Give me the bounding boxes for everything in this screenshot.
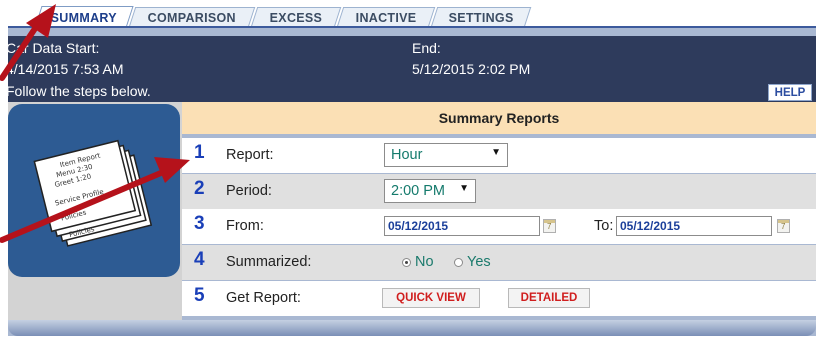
stack-of-papers-icon: Item Report Menu 2:30 Greet 1:20 Service…	[33, 139, 153, 247]
chevron-down-icon: ▼	[459, 183, 469, 194]
tab-settings[interactable]: SETTINGS	[430, 7, 532, 27]
summarized-yes-radio[interactable]: Yes	[454, 254, 491, 270]
radio-selected-icon	[402, 257, 411, 267]
report-select-value: Hour	[391, 147, 423, 163]
detailed-button[interactable]: DETAILED	[508, 288, 590, 308]
tab-comparison[interactable]: COMPARISON	[128, 7, 256, 27]
report-select[interactable]: Hour ▼	[384, 143, 508, 167]
end-value: 5/12/2015 2:02 PM	[412, 61, 531, 77]
section-title: Summary Reports	[182, 102, 816, 134]
help-button[interactable]: HELP	[768, 84, 812, 101]
tab-bar: SUMMARY COMPARISON EXCESS INACTIVE SETTI…	[0, 0, 816, 28]
quick-view-button[interactable]: QUICK VIEW	[382, 288, 480, 308]
calendar-icon[interactable]: 7	[543, 219, 556, 233]
step-row-summarized: 4 Summarized: No Yes	[182, 245, 816, 280]
start-label: Car Data Start:	[6, 40, 100, 56]
tab-summary[interactable]: SUMMARY	[34, 6, 134, 28]
step-number-5: 5	[194, 285, 205, 306]
radio-unselected-icon	[454, 257, 463, 267]
step-row-period: 2 Period: 2:00 PM ▼	[182, 174, 816, 209]
tab-excess[interactable]: EXCESS	[250, 7, 342, 27]
summarized-no-radio[interactable]: No	[402, 254, 434, 270]
end-label: End:	[412, 40, 441, 56]
chevron-down-icon: ▼	[491, 147, 501, 158]
period-select-value: 2:00 PM	[391, 183, 445, 199]
get-report-label: Get Report:	[226, 290, 301, 306]
step-number-3: 3	[194, 213, 205, 234]
panel-bottom-bar	[8, 320, 816, 336]
to-label: To:	[594, 218, 614, 234]
calendar-icon[interactable]: 7	[777, 219, 790, 233]
instructions-text: Follow the steps below.	[6, 83, 151, 99]
from-label: From:	[226, 218, 264, 234]
report-label: Report:	[226, 147, 274, 163]
step-row-dates: 3 From: 05/12/2015 7 To: 05/12/2015 7	[182, 209, 816, 244]
step-row-report: 1 Report: Hour ▼	[182, 138, 816, 173]
start-value: 4/14/2015 7:53 AM	[6, 61, 124, 77]
period-select[interactable]: 2:00 PM ▼	[384, 179, 476, 203]
report-icon-tile: Item Report Menu 2:30 Greet 1:20 Service…	[8, 104, 180, 277]
tab-inactive[interactable]: INACTIVE	[336, 7, 436, 27]
to-date-input[interactable]: 05/12/2015	[616, 216, 772, 236]
data-range-bar: Car Data Start: 4/14/2015 7:53 AM End: 5…	[6, 36, 816, 102]
summarized-label: Summarized:	[226, 254, 312, 270]
period-label: Period:	[226, 183, 272, 199]
step-number-4: 4	[194, 249, 205, 270]
from-date-input[interactable]: 05/12/2015	[384, 216, 540, 236]
step-row-get-report: 5 Get Report: QUICK VIEW DETAILED	[182, 281, 816, 316]
step-number-2: 2	[194, 178, 205, 199]
step-number-1: 1	[194, 142, 205, 163]
